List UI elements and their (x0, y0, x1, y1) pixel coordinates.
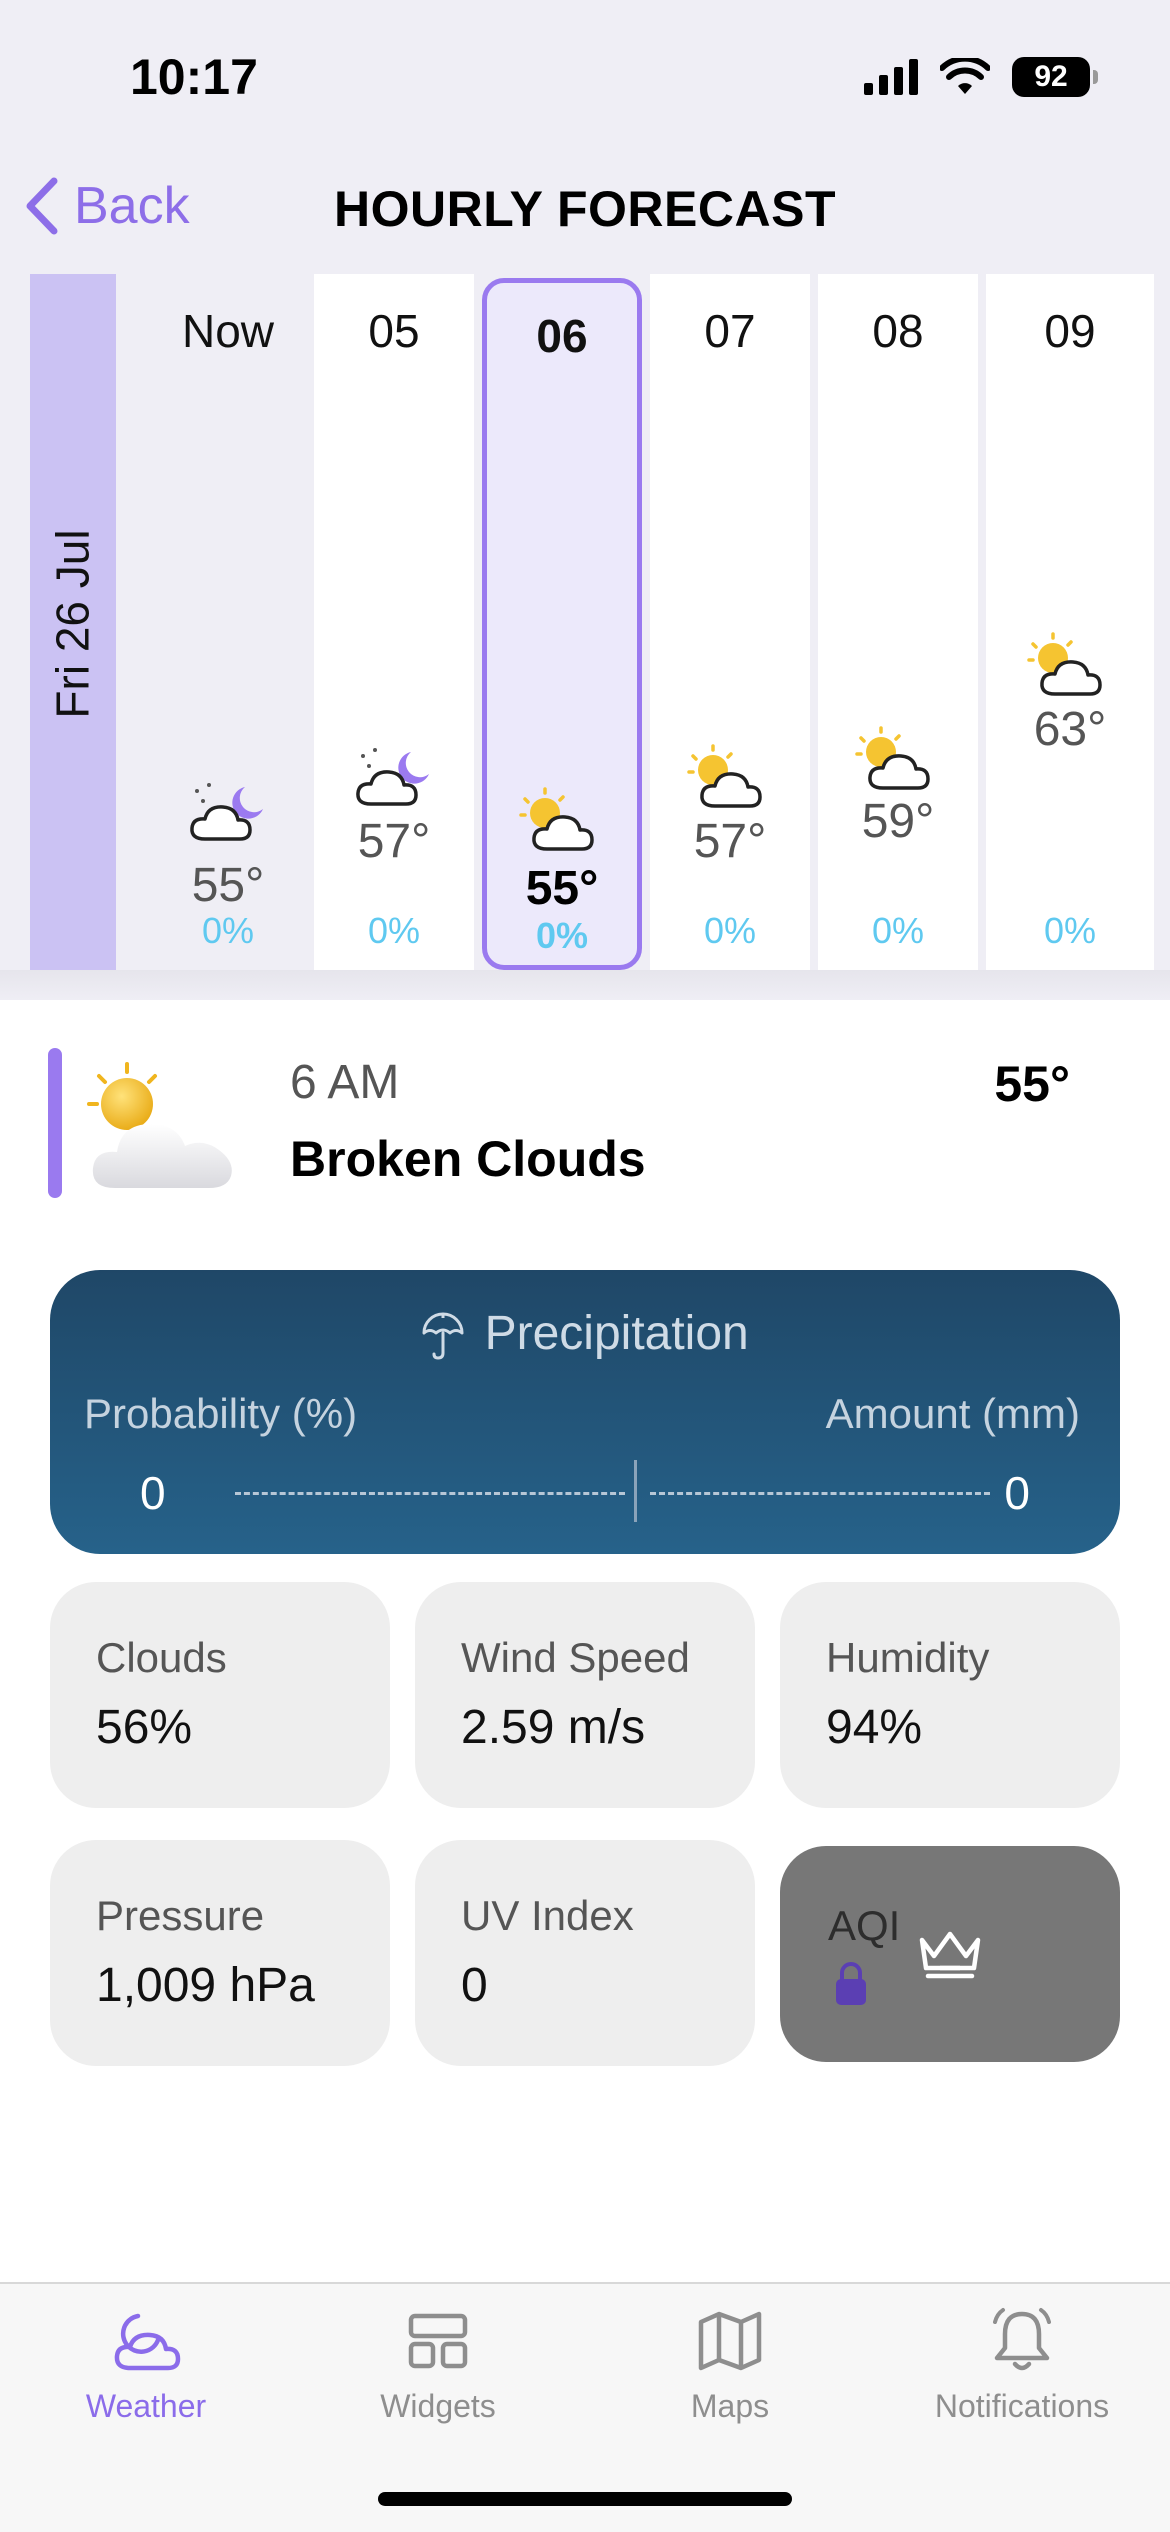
tile-value: 56% (96, 1701, 193, 1754)
hour-column-09[interactable]: 09 63° 0% (986, 274, 1154, 974)
hour-label: 08 (872, 305, 924, 357)
hour-label: 09 (1044, 305, 1096, 357)
pressure-tile: Pressure 1,009 hPa (50, 1840, 390, 2066)
hour-label: 06 (536, 310, 588, 362)
home-indicator (378, 2492, 792, 2506)
hour-detail-sheet: 6 AM Broken Clouds 55° Precipitation Pro… (0, 1000, 1170, 2282)
hour-column-05[interactable]: 05 57° 0% (314, 274, 474, 974)
partly-cloudy-day-icon (519, 787, 594, 851)
amount-value: 0 (1004, 1467, 1030, 1519)
hour-column-now[interactable]: Now 55° 0% (148, 274, 308, 974)
precipitation-divider (634, 1460, 637, 1522)
precipitation-title-text: Precipitation (484, 1307, 749, 1360)
broken-clouds-icon (87, 1062, 232, 1188)
status-time: 10:17 (130, 49, 258, 105)
tab-label: Weather (85, 2388, 207, 2424)
hour-precip-chance: 0% (367, 910, 421, 951)
map-icon (698, 2311, 762, 2371)
tab-widgets[interactable]: Widgets (292, 2306, 584, 2425)
hour-precip-chance: 0% (871, 910, 925, 951)
hour-temp: 55° (525, 862, 599, 915)
bell-icon (993, 2308, 1051, 2371)
aqi-tile-locked[interactable]: AQI (780, 1846, 1120, 2062)
date-column: Fri 26 Jul (30, 274, 116, 974)
weather-icon (114, 2313, 181, 2371)
umbrella-icon (422, 1312, 464, 1360)
probability-value: 0 (140, 1467, 166, 1519)
detail-description: Broken Clouds (290, 1131, 646, 1187)
tile-label: Clouds (96, 1634, 227, 1681)
tab-notifications[interactable]: Notifications (876, 2306, 1168, 2425)
partly-cloudy-day-icon (687, 744, 762, 808)
tile-value: 2.59 m/s (461, 1701, 646, 1754)
battery-level: 92 (1034, 60, 1068, 93)
humidity-tile: Humidity 94% (780, 1582, 1120, 1808)
hour-precip-chance: 0% (1043, 910, 1097, 951)
lock-icon (836, 1962, 866, 2005)
hour-label: Now (181, 305, 275, 357)
partly-cloudy-day-icon (1027, 632, 1102, 696)
date-label: Fri 26 Jul (47, 529, 100, 719)
detail-temperature: 55° (994, 1056, 1070, 1112)
hour-precip-chance: 0% (201, 910, 255, 951)
hour-label: 05 (368, 305, 420, 357)
page-title: HOURLY FORECAST (333, 181, 836, 237)
hour-label: 07 (704, 305, 756, 357)
precipitation-card: Precipitation Probability (%) Amount (mm… (50, 1270, 1120, 1554)
tile-label: Pressure (96, 1892, 265, 1939)
hour-temp: 57° (357, 815, 431, 868)
tile-label: Wind Speed (461, 1634, 690, 1681)
tile-value: 94% (826, 1701, 923, 1754)
hour-precip-chance: 0% (535, 915, 589, 956)
clouds-tile: Clouds 56% (50, 1582, 390, 1808)
tile-value: 1,009 hPa (96, 1959, 315, 2012)
tile-value: 0 (461, 1959, 488, 2012)
uv-index-tile: UV Index 0 (415, 1840, 755, 2066)
hour-column-06-selected[interactable]: 06 55° 0% (482, 278, 642, 970)
battery-indicator: 92 (1012, 57, 1098, 97)
tab-label: Maps (690, 2388, 770, 2424)
wind-speed-tile: Wind Speed 2.59 m/s (415, 1582, 755, 1808)
amount-dash-line (650, 1492, 990, 1495)
tab-weather[interactable]: Weather (0, 2306, 292, 2425)
widgets-icon (408, 2313, 468, 2369)
partly-cloudy-day-icon (855, 726, 930, 790)
precipitation-title: Precipitation (50, 1306, 1120, 1361)
probability-label: Probability (%) (84, 1390, 358, 1437)
amount-label: Amount (mm) (825, 1390, 1080, 1437)
partly-cloudy-night-icon (190, 783, 263, 841)
partly-cloudy-night-icon (356, 748, 429, 806)
detail-time: 6 AM (290, 1056, 400, 1109)
hour-temp: 63° (1033, 703, 1107, 756)
tile-label: Humidity (826, 1634, 990, 1681)
crown-icon (919, 1931, 981, 1979)
hour-temp: 59° (861, 795, 935, 848)
hour-precip-chance: 0% (703, 910, 757, 951)
tile-label: AQI (828, 1902, 901, 1949)
hour-temp: 57° (693, 815, 767, 868)
tab-label: Widgets (380, 2388, 496, 2424)
status-icons: 92 (864, 52, 1098, 102)
wifi-icon (940, 58, 990, 94)
detail-accent-bar (48, 1048, 62, 1198)
tab-maps[interactable]: Maps (584, 2306, 876, 2425)
hour-column-08[interactable]: 08 59° 0% (818, 274, 978, 974)
hour-temp: 55° (191, 859, 265, 912)
probability-dash-line (235, 1492, 625, 1495)
tile-label: UV Index (461, 1892, 634, 1939)
battery-nub (1093, 70, 1098, 84)
strip-shadow (0, 970, 1170, 1000)
tab-label: Notifications (934, 2388, 1110, 2424)
cellular-signal-icon (864, 59, 918, 95)
hour-column-07[interactable]: 07 57° 0% (650, 274, 810, 974)
